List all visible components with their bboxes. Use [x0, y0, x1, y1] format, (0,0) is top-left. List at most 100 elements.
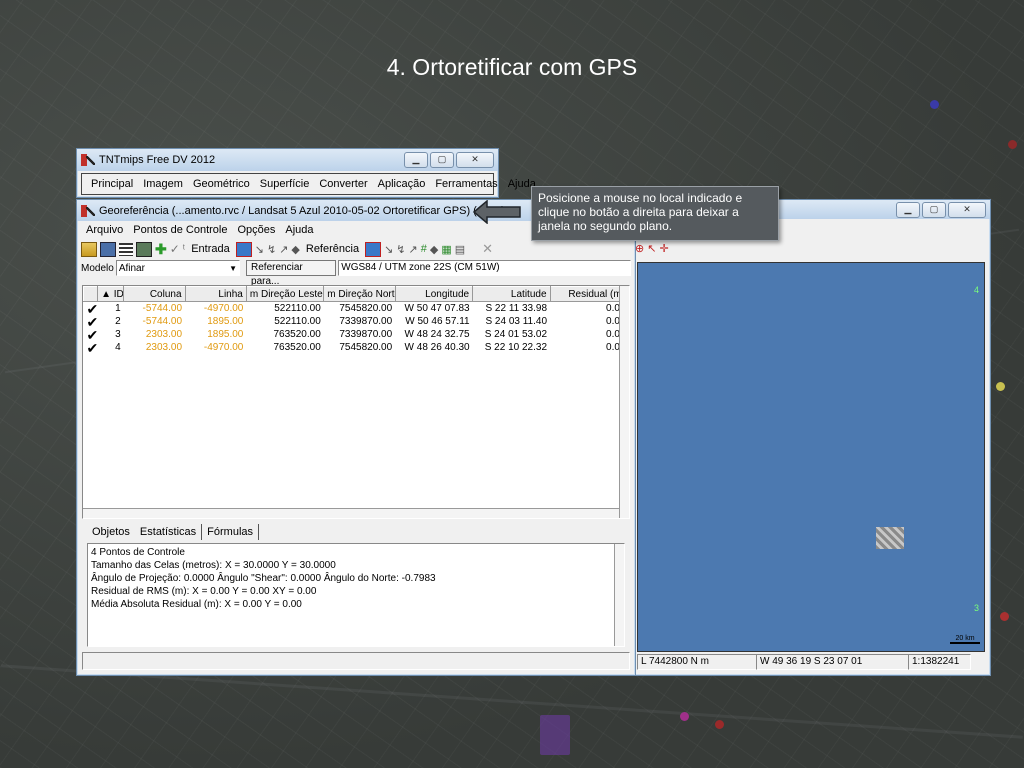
close-x-icon[interactable]: ✕ [482, 241, 493, 257]
menu-pontos-de-controle[interactable]: Pontos de Controle [128, 224, 232, 236]
control-points-table-area: ▲ ID Coluna Linha m Direção Leste m Dire… [82, 285, 630, 519]
referenciar-para-button[interactable]: Referenciar para... [246, 260, 337, 287]
tntmips-logo-icon [81, 154, 95, 166]
row-active-checkbox[interactable]: ✔ [84, 302, 99, 316]
background-dot [996, 382, 1005, 391]
model-row: Modelo Afinar ▼ Referenciar para... WGS8… [77, 259, 635, 287]
view-maximize-button[interactable]: ▢ [922, 201, 946, 218]
entrada-mode-icon[interactable] [235, 241, 252, 257]
minimize-button[interactable]: ▁ [404, 152, 428, 168]
tab-formulas[interactable]: Fórmulas [202, 524, 260, 540]
menu-superficie[interactable]: Superfície [255, 178, 315, 190]
scale-bar-label: 20 km [955, 635, 975, 642]
view-window: ▁ ▢ ✕ ⊕ ↖ ✛ 4 3 20 km L 7442800 N m W 49… [630, 199, 991, 676]
save-icon[interactable] [100, 241, 116, 257]
main-window-titlebar[interactable]: TNTmips Free DV 2012 ▁ ▢ ✕ [77, 149, 498, 171]
georef-status-bar [82, 652, 630, 670]
col-header-coluna[interactable]: Coluna [123, 286, 186, 302]
georef-toolbar: ✚ ✓ ᵗ Entrada ↘ ↯ ↗ ◆ Referência ↘ ↯ ↗ #… [77, 239, 635, 259]
table-row[interactable]: ✔ 3 2303.00 1895.00 763520.00 7339870.00… [84, 328, 629, 342]
menu-imagem[interactable]: Imagem [138, 178, 188, 190]
control-points-table: ▲ ID Coluna Linha m Direção Leste m Dire… [83, 286, 629, 355]
open-folder-icon[interactable] [81, 241, 97, 257]
col-header-latitude[interactable]: Latitude [472, 286, 551, 302]
col-header-check[interactable] [83, 286, 99, 302]
background-dot [930, 100, 939, 109]
grid-tool-icon[interactable]: # [421, 243, 427, 255]
view-close-button[interactable]: ✕ [948, 201, 986, 218]
stats-line: Tamanho das Celas (metros): X = 30.0000 … [91, 560, 336, 571]
stats-line: Ângulo de Projeção: 0.0000 Ângulo "Shear… [91, 573, 436, 584]
col-header-id[interactable]: ▲ ID [97, 286, 125, 302]
pointer-tool-icon[interactable]: ↖ [647, 242, 656, 255]
stats-line: Média Absoluta Residual (m): X = 0.00 Y … [91, 599, 302, 610]
crosshair-tool-icon[interactable]: ✛ [659, 242, 668, 255]
referencia-tool-icon-1[interactable]: ↘ [384, 243, 393, 256]
table-vertical-scrollbar[interactable] [619, 286, 629, 518]
col-header-leste[interactable]: m Direção Leste [245, 286, 325, 302]
main-window-title: TNTmips Free DV 2012 [99, 154, 216, 166]
col-header-residual[interactable]: Residual (m) [549, 286, 629, 302]
stats-line: 4 Pontos de Controle [91, 547, 185, 558]
table-horizontal-scrollbar[interactable] [83, 508, 619, 518]
menu-geometrico[interactable]: Geométrico [188, 178, 255, 190]
tab-objetos[interactable]: Objetos [87, 524, 135, 540]
georeference-window: Georeferência (...amento.rvc / Landsat 5… [76, 199, 636, 676]
maximize-button[interactable]: ▢ [430, 152, 454, 168]
instruction-callout: Posicione a mouse no local indicado e cl… [531, 186, 779, 241]
entrada-tool-icon-3[interactable]: ↗ [279, 243, 288, 256]
export-icon[interactable]: ▦ [441, 243, 451, 256]
delete-point-icon[interactable]: ᵗ [183, 243, 185, 255]
control-point-marker-4[interactable]: 4 [974, 285, 979, 295]
model-select-value: Afinar [118, 262, 145, 274]
table-row[interactable]: ✔ 4 2303.00 -4970.00 763520.00 7545820.0… [84, 341, 629, 355]
arrow-left-icon [473, 200, 521, 224]
view-status-latlon: W 49 36 19 S 23 07 01 [756, 654, 909, 670]
close-button[interactable]: ✕ [456, 152, 494, 168]
col-header-longitude[interactable]: Longitude [394, 286, 474, 302]
model-select[interactable]: Afinar ▼ [115, 260, 241, 276]
entrada-tool-icon-1[interactable]: ↘ [255, 243, 264, 256]
referencia-tool-icon-3[interactable]: ↗ [409, 243, 418, 256]
stats-vertical-scrollbar[interactable] [614, 544, 624, 646]
menu-ferramentas[interactable]: Ferramentas [430, 178, 502, 190]
map-view-canvas[interactable]: 4 3 20 km [637, 262, 985, 652]
entrada-tool-icon-4[interactable]: ◆ [291, 243, 299, 256]
row-active-checkbox[interactable]: ✔ [84, 341, 99, 355]
menu-opcoes[interactable]: Opções [232, 224, 280, 236]
table-icon[interactable] [136, 241, 152, 257]
check-icon[interactable]: ✓ [170, 242, 180, 256]
menu-principal[interactable]: Principal [86, 178, 138, 190]
stats-line: Residual de RMS (m): X = 0.00 Y = 0.00 X… [91, 586, 317, 597]
zoom-icon[interactable]: ⊕ [635, 242, 644, 255]
view-minimize-button[interactable]: ▁ [896, 201, 920, 218]
control-point-marker-3[interactable]: 3 [974, 603, 979, 613]
menu-converter[interactable]: Converter [314, 178, 372, 190]
background-dot [1008, 140, 1017, 149]
slide-title: 4. Ortoretificar com GPS [386, 54, 638, 80]
referencia-mode-icon[interactable] [365, 241, 382, 257]
referencia-tool-icon-2[interactable]: ↯ [396, 243, 405, 256]
menu-ajuda-georef[interactable]: Ajuda [280, 224, 318, 236]
status-latlon: W 49 36 19 S 23 07 01 [760, 656, 863, 667]
menu-arquivo[interactable]: Arquivo [81, 224, 128, 236]
col-header-linha[interactable]: Linha [184, 286, 247, 302]
view-status-scale: 1:1382241 [908, 654, 971, 670]
status-northing: L 7442800 N m [641, 656, 710, 667]
image-thumbnail[interactable] [876, 527, 904, 549]
bottom-tabs: Objetos Estatísticas Fórmulas [83, 520, 263, 540]
georef-title: Georeferência (...amento.rvc / Landsat 5… [99, 204, 505, 217]
background-dot [680, 712, 689, 721]
add-point-icon[interactable]: ✚ [155, 241, 167, 258]
tab-estatisticas[interactable]: Estatísticas [135, 524, 203, 540]
table-row[interactable]: ✔ 1 -5744.00 -4970.00 522110.00 7545820.… [84, 302, 629, 316]
menu-aplicacao[interactable]: Aplicação [373, 178, 431, 190]
chevron-down-icon[interactable]: ▼ [229, 264, 237, 273]
print-icon[interactable]: ▤ [455, 243, 465, 256]
list-icon[interactable] [119, 242, 133, 256]
col-header-norte[interactable]: m Direção Norte [323, 286, 396, 302]
table-row[interactable]: ✔ 2 -5744.00 1895.00 522110.00 7339870.0… [84, 315, 629, 329]
diamond-tool-icon[interactable]: ◆ [430, 243, 438, 256]
view-toolbar: ⊕ ↖ ✛ [631, 239, 990, 257]
entrada-tool-icon-2[interactable]: ↯ [267, 243, 276, 256]
